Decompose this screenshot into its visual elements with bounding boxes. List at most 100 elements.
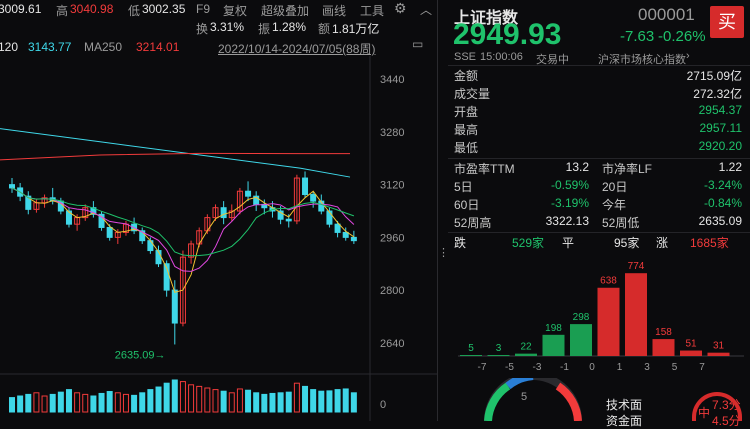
stat-label: 最高 — [454, 123, 479, 137]
candle-body — [326, 210, 333, 225]
metric-label: 市净率LF — [602, 162, 653, 176]
stock-code: 000001 — [638, 5, 695, 24]
volume-bar — [17, 395, 24, 413]
y-tick-label: 3440 — [380, 74, 404, 86]
volume-bar — [236, 388, 243, 413]
stat-label: 金额 — [454, 69, 479, 83]
volume-bar — [326, 390, 333, 413]
flat-label: 平 — [562, 236, 575, 250]
quote-info-bar: 3009.61 高 3040.98 低 3002.35 F9 复权 超级叠加 画… — [0, 0, 437, 36]
draw-line-button[interactable]: 画线 — [322, 2, 346, 19]
metric-label: 60日 — [454, 198, 480, 212]
stat-label: 开盘 — [454, 105, 479, 119]
stat-value: 2954.37 — [698, 103, 742, 117]
volume-bar — [49, 393, 56, 413]
distribution-bar — [542, 334, 565, 356]
distribution-bar — [487, 355, 510, 356]
high-label: 高 — [56, 4, 69, 18]
layout-toggle-icon[interactable]: ▭ — [412, 37, 423, 51]
stat-row: 开盘 2954.37 — [454, 103, 742, 121]
volume-bar — [41, 395, 48, 413]
date-range[interactable]: 2022/10/14-2024/07/05(88周) — [218, 40, 375, 57]
fuquan-button[interactable]: 复权 — [223, 2, 247, 19]
super-overlay-button[interactable]: 超级叠加 — [261, 2, 309, 19]
volume-bar — [253, 392, 260, 413]
volume-bar — [269, 392, 276, 413]
panel-divider — [437, 0, 438, 421]
buy-button[interactable]: 买 — [710, 6, 744, 38]
metric-value: -3.19% — [550, 196, 589, 210]
y-tick-label: 2800 — [380, 285, 404, 297]
f9-button[interactable]: F9 — [196, 2, 210, 16]
stat-row: 最低 2920.20 — [454, 139, 742, 157]
distribution-bar — [707, 352, 730, 356]
collapse-panel-icon[interactable]: ⋮ — [438, 246, 449, 266]
change-distribution-chart: 5 3 22 198 298 638 774 158 51 31 -7 -5 -3 -1 0 1 3 5 7 — [458, 261, 744, 373]
price-change-pct: -0.26% — [658, 28, 706, 45]
stat-row: 成交量 272.32亿 — [454, 85, 742, 103]
candle-body — [350, 236, 357, 242]
volume-bar — [318, 390, 325, 413]
candle-body — [342, 231, 349, 238]
tools-button[interactable]: 工具 — [360, 2, 384, 19]
volume-bar — [277, 392, 284, 413]
collapse-up-icon[interactable]: ︿ — [420, 1, 432, 18]
volume-bar — [245, 389, 252, 413]
volume-bar — [302, 385, 309, 413]
candle-body — [106, 226, 113, 238]
market-breadth: 跌 529家 平 95家 涨 1685家 — [454, 234, 742, 252]
settings-gear-icon[interactable]: ⚙ — [394, 0, 407, 17]
metric-value: -0.59% — [550, 178, 589, 192]
distribution-value: 51 — [685, 339, 697, 350]
metric-value: -3.24% — [703, 178, 742, 192]
stat-value: 272.32亿 — [693, 87, 742, 101]
candle-body — [245, 190, 252, 197]
y-tick-label: 2960 — [380, 232, 404, 244]
quote-panel: 上证指数 000001 买 2949.93 -7.63 -0.26% SSE 1… — [448, 0, 750, 428]
candle-body — [285, 218, 292, 222]
tech-score-label: 技术面 — [606, 398, 643, 412]
distribution-value: 31 — [713, 341, 725, 352]
volume-bar — [98, 392, 105, 413]
last-price: 2949.93 — [453, 18, 562, 51]
stat-row: 金额 2715.09亿 — [454, 67, 742, 85]
volume-bar — [122, 393, 129, 413]
distribution-value: 298 — [573, 312, 590, 323]
volume-bar — [131, 394, 138, 413]
more-icon[interactable]: › — [686, 50, 690, 62]
score-gauge: 5 — [484, 378, 582, 421]
metric-row: 市盈率TTM 13.2 市净率LF 1.22 — [454, 160, 742, 178]
distribution-bar — [515, 353, 537, 356]
separator — [448, 65, 750, 66]
up-count: 1685家 — [690, 236, 729, 250]
moving-average-line — [11, 187, 355, 257]
y-tick-label: 3280 — [380, 127, 404, 139]
high-value: 3040.98 — [70, 2, 114, 16]
distribution-bin-label: 1 — [617, 362, 623, 373]
distribution-value: 638 — [600, 276, 617, 287]
metric-label: 52周高 — [454, 216, 492, 230]
volume-bar — [220, 390, 227, 413]
separator — [448, 158, 750, 159]
distribution-bin-label: -5 — [505, 362, 514, 373]
volume-bar — [212, 389, 219, 413]
stat-value: 2715.09亿 — [686, 69, 742, 83]
metric-value: 1.22 — [718, 160, 742, 174]
distribution-bar — [652, 339, 675, 356]
distribution-value: 5 — [468, 343, 474, 354]
volume-bar — [155, 386, 162, 413]
separator — [448, 232, 750, 233]
distribution-value: 774 — [628, 261, 645, 272]
metric-label: 5日 — [454, 180, 473, 194]
low-annotation: 2635.09→ — [115, 349, 166, 361]
price-change: -7.63 — [620, 28, 655, 45]
candle-body — [310, 194, 317, 202]
volume-bar — [196, 385, 203, 413]
volume-bar — [261, 393, 268, 413]
volume-bar — [204, 387, 211, 413]
distribution-bin-label: -1 — [560, 362, 569, 373]
metric-label: 52周低 — [602, 216, 640, 230]
candle-body — [220, 207, 227, 219]
weekly-kline-chart[interactable]: 3440 3280 3120 2960 2800 2640 2635.09→ 0 — [0, 56, 437, 421]
volume-bar — [171, 379, 178, 413]
